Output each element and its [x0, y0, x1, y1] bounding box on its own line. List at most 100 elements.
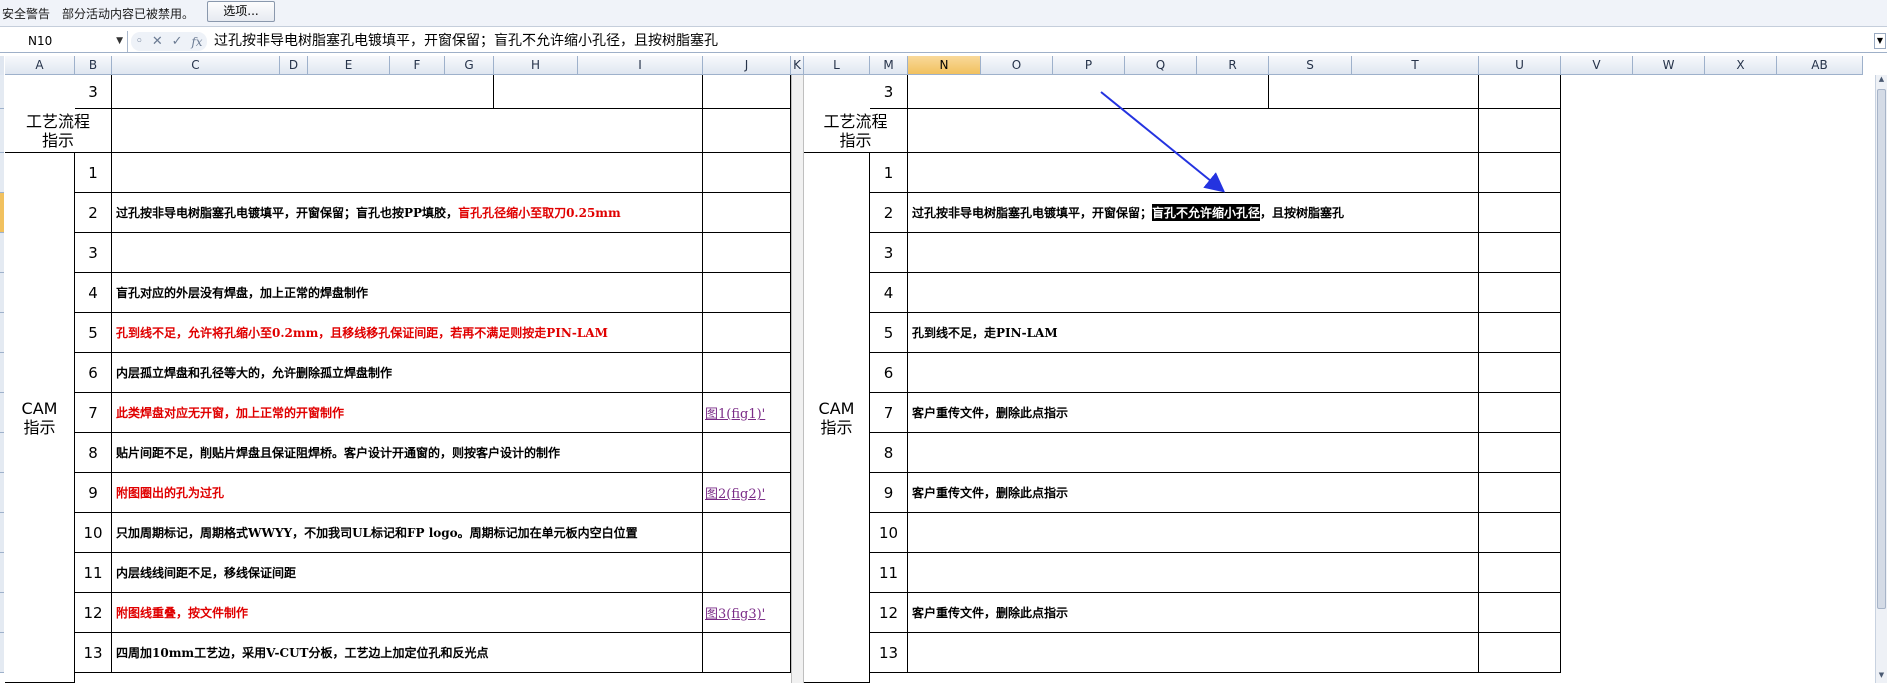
- active-cell-n10[interactable]: 过孔按非导电树脂塞孔电镀填平，开窗保留； 盲孔不允许缩小孔径 ，且按树脂塞孔: [908, 193, 1479, 233]
- cam-instruction[interactable]: 内层线线间距不足，移线保证间距: [112, 553, 703, 593]
- column-header-e[interactable]: E: [308, 56, 390, 75]
- column-header-d[interactable]: D: [280, 56, 308, 75]
- column-header-h[interactable]: H: [494, 56, 578, 75]
- row-number-cell[interactable]: 2: [870, 193, 908, 233]
- row-header[interactable]: [0, 193, 4, 233]
- cam-response[interactable]: [908, 553, 1479, 593]
- row-number-cell[interactable]: 9: [75, 473, 112, 513]
- column-header-n[interactable]: N: [908, 56, 981, 75]
- column-header-c[interactable]: C: [112, 56, 280, 75]
- cell[interactable]: [1479, 233, 1561, 273]
- row-header[interactable]: [0, 633, 4, 673]
- check-icon[interactable]: ✓: [172, 34, 183, 49]
- name-box[interactable]: N10 ▼: [0, 31, 128, 52]
- column-header-f[interactable]: F: [390, 56, 445, 75]
- cam-instruction[interactable]: 四周加10mm工艺边，采用V-CUT分板，工艺边上加定位孔和反光点: [112, 633, 703, 673]
- cam-response[interactable]: [908, 153, 1479, 193]
- cam-response[interactable]: [908, 233, 1479, 273]
- row-header[interactable]: [0, 433, 4, 473]
- row-number-cell[interactable]: 5: [870, 313, 908, 353]
- row-number-cell[interactable]: 10: [870, 513, 908, 553]
- cam-instruction[interactable]: 贴片间距不足，削贴片焊盘且保证阻焊桥。客户设计开通窗的，则按客户设计的制作: [112, 433, 703, 473]
- row-number-cell[interactable]: 1: [870, 153, 908, 193]
- column-header-p[interactable]: P: [1053, 56, 1125, 75]
- column-header-q[interactable]: Q: [1125, 56, 1197, 75]
- scroll-down-icon[interactable]: ▼: [1876, 671, 1887, 683]
- column-header-w[interactable]: W: [1633, 56, 1705, 75]
- cam-instruction[interactable]: [112, 153, 703, 193]
- column-header-s[interactable]: S: [1269, 56, 1352, 75]
- cam-response[interactable]: [908, 433, 1479, 473]
- row-header[interactable]: [0, 273, 4, 313]
- row-number-cell[interactable]: 7: [75, 393, 112, 433]
- row-number-cell[interactable]: 12: [870, 593, 908, 633]
- row-header[interactable]: [0, 553, 4, 593]
- row-header[interactable]: [0, 513, 4, 553]
- row-header[interactable]: [0, 109, 4, 153]
- row-number-cell[interactable]: 13: [75, 633, 112, 673]
- formula-input[interactable]: 过孔按非导电树脂塞孔电镀填平，开窗保留；盲孔不允许缩小孔径，且按树脂塞孔: [214, 31, 718, 52]
- column-header-ab[interactable]: AB: [1777, 56, 1863, 75]
- cam-instruction[interactable]: 孔到线不足，允许将孔缩小至0.2mm，且移线移孔保证间距，若再不满足则按走PIN…: [112, 313, 703, 353]
- select-all-corner[interactable]: [0, 56, 4, 75]
- cell[interactable]: [1479, 393, 1561, 433]
- top-row-number[interactable]: 3: [75, 75, 112, 109]
- process-flow-value[interactable]: [112, 109, 703, 153]
- vertical-scrollbar[interactable]: ▲ ▼: [1875, 75, 1887, 683]
- row-header[interactable]: [0, 473, 4, 513]
- insert-function-icon[interactable]: fx: [191, 35, 202, 49]
- cam-instruction[interactable]: 附图线重叠，按文件制作: [112, 593, 703, 633]
- cam-instruction[interactable]: 盲孔对应的外层没有焊盘，加上正常的焊盘制作: [112, 273, 703, 313]
- column-header-j[interactable]: J: [703, 56, 791, 75]
- cell[interactable]: [1479, 353, 1561, 393]
- row-number-cell[interactable]: 8: [75, 433, 112, 473]
- cell[interactable]: [1479, 153, 1561, 193]
- cam-response[interactable]: 客户重传文件，删除此点指示: [908, 473, 1479, 513]
- options-button[interactable]: 选项...: [207, 1, 275, 22]
- cell[interactable]: [1479, 75, 1561, 109]
- cam-response[interactable]: 客户重传文件，删除此点指示: [908, 593, 1479, 633]
- column-header-r[interactable]: R: [1197, 56, 1269, 75]
- process-flow-value[interactable]: [908, 109, 1479, 153]
- cell[interactable]: [1479, 633, 1561, 673]
- row-number-cell[interactable]: 4: [870, 273, 908, 313]
- cell[interactable]: [703, 75, 791, 109]
- column-header-g[interactable]: G: [445, 56, 494, 75]
- cell[interactable]: [908, 75, 1269, 109]
- cell[interactable]: [1479, 193, 1561, 233]
- row-number-cell[interactable]: 8: [870, 433, 908, 473]
- column-header-i[interactable]: I: [578, 56, 703, 75]
- chevron-down-icon[interactable]: ▼: [116, 31, 123, 52]
- figure-link[interactable]: 图1(fig1)': [703, 403, 765, 422]
- row-header[interactable]: [0, 313, 4, 353]
- expand-formula-bar-icon[interactable]: ▼: [1874, 33, 1886, 49]
- row-header[interactable]: [0, 593, 4, 633]
- column-header-o[interactable]: O: [981, 56, 1053, 75]
- top-row-number[interactable]: 3: [870, 75, 908, 109]
- row-number-cell[interactable]: 4: [75, 273, 112, 313]
- row-number-cell[interactable]: 2: [75, 193, 112, 233]
- row-number-cell[interactable]: 11: [75, 553, 112, 593]
- cam-instruction[interactable]: 只加周期标记，周期格式WWYY，不加我司UL标记和FP logo。周期标记加在单…: [112, 513, 703, 553]
- cam-response[interactable]: 客户重传文件，删除此点指示: [908, 393, 1479, 433]
- figure-link[interactable]: 图2(fig2)': [703, 483, 765, 502]
- row-number-cell[interactable]: 13: [870, 633, 908, 673]
- row-number-cell[interactable]: 10: [75, 513, 112, 553]
- cell[interactable]: [1479, 313, 1561, 353]
- cell[interactable]: [1479, 433, 1561, 473]
- figure-link-cell[interactable]: 图1(fig1)': [703, 393, 791, 433]
- cell[interactable]: [1479, 109, 1561, 153]
- row-header[interactable]: [0, 153, 4, 193]
- figure-link-cell[interactable]: 图2(fig2)': [703, 473, 791, 513]
- cell[interactable]: [1479, 593, 1561, 633]
- row-number-cell[interactable]: 3: [75, 233, 112, 273]
- column-header-l[interactable]: L: [804, 56, 870, 75]
- cam-response[interactable]: [908, 273, 1479, 313]
- cam-response[interactable]: [908, 353, 1479, 393]
- scrollbar-thumb[interactable]: [1877, 89, 1886, 609]
- cam-response[interactable]: 孔到线不足，走PIN-LAM: [908, 313, 1479, 353]
- cell[interactable]: [1479, 553, 1561, 593]
- cam-instruction[interactable]: 此类焊盘对应无开窗，加上正常的开窗制作: [112, 393, 703, 433]
- cam-instruction[interactable]: 过孔按非导电树脂塞孔电镀填平，开窗保留；盲孔也按PP填胶， 盲孔孔径缩小至取刀0.…: [112, 193, 703, 233]
- row-number-cell[interactable]: 11: [870, 553, 908, 593]
